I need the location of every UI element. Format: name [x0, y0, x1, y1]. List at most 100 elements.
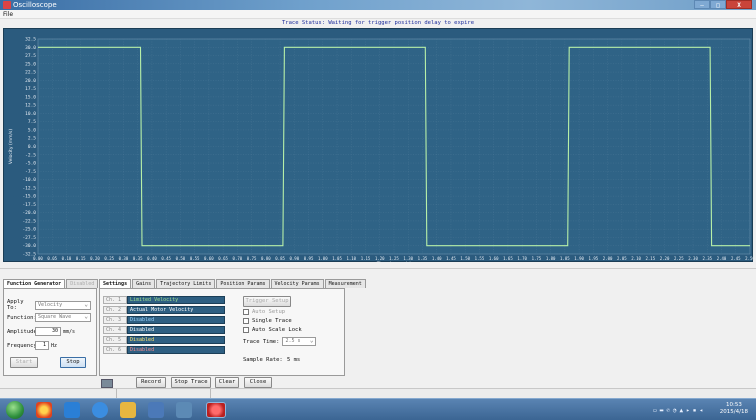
x-tick-label: 1.75 — [532, 256, 542, 261]
ie-icon[interactable] — [92, 402, 108, 418]
channel-select[interactable]: Disabled — [127, 326, 225, 334]
y-tick-label: -10.0 — [22, 177, 36, 183]
y-tick-label: -20.0 — [22, 210, 36, 216]
record-icon[interactable] — [101, 379, 113, 388]
sample-rate-value: 5 ms — [287, 357, 301, 363]
tab-gains[interactable]: Gains — [132, 279, 156, 288]
x-tick-label: 1.55 — [475, 256, 485, 261]
auto-scale-lock-label: Auto Scale Lock — [252, 327, 302, 333]
channel-label: Ch. 5 — [103, 336, 127, 344]
title-bar: Oscilloscope — □ X — [0, 0, 756, 10]
single-trace-checkbox[interactable] — [243, 318, 249, 324]
x-tick-label: 2.10 — [631, 256, 641, 261]
minimize-button[interactable]: — — [694, 0, 710, 9]
scope-display: 0.00 0.05 0.10 0.15 0.20 0.25 0.30 0.35 0.40 0.45… — [3, 28, 754, 263]
y-tick-label: -12.5 — [22, 185, 36, 191]
channel-select[interactable]: Actual Motor Velocity — [127, 306, 225, 314]
settings-panel: Ch. 1 Limited Velocity Ch. 2 Actual Motor V… — [99, 288, 345, 376]
apply-to-label: Apply To: — [7, 299, 24, 311]
x-tick-label: 2.50 — [745, 256, 754, 261]
y-tick-label: -25.0 — [22, 227, 36, 233]
single-trace-label: Single Trace — [252, 318, 292, 324]
stop-button[interactable]: Stop — [60, 357, 86, 368]
x-tick-label: 1.70 — [517, 256, 527, 261]
tab-velocity-params[interactable]: Velocity Params — [270, 279, 324, 288]
y-axis-label: Velocity (mm/s) — [8, 129, 14, 164]
channel-label: Ch. 2 — [103, 306, 127, 314]
x-tick-label: 0.90 — [289, 256, 299, 261]
x-tick-label: 2.05 — [617, 256, 627, 261]
y-tick-label: -32.5 — [22, 252, 36, 258]
y-tick-label: 30.0 — [25, 45, 36, 51]
x-tick-label: 1.30 — [403, 256, 413, 261]
record-button[interactable]: Record — [136, 377, 166, 388]
x-axis-label: Time (seconds) — [376, 261, 412, 263]
y-tick-label: 20.0 — [25, 78, 36, 84]
chrome-icon[interactable] — [36, 402, 52, 418]
tab-trajectory-limits[interactable]: Trajectory Limits — [156, 279, 216, 288]
frequency-input[interactable]: 1 — [35, 341, 49, 350]
y-tick-label: 25.0 — [25, 61, 36, 67]
menu-bar: File — [0, 10, 756, 19]
auto-setup-label: Auto Setup — [252, 309, 286, 315]
menu-file[interactable]: File — [3, 11, 13, 18]
auto-scale-lock-checkbox[interactable] — [243, 327, 249, 333]
y-tick-label: 2.5 — [28, 136, 36, 142]
amplitude-unit: mm/s — [63, 328, 76, 335]
y-tick-label: -2.5 — [25, 152, 36, 158]
amplitude-label: Amplitude: — [7, 328, 41, 335]
channel-row: Ch. 4 Disabled — [103, 326, 225, 334]
stop-trace-button[interactable]: Stop Trace — [171, 377, 211, 388]
channel-select[interactable]: Limited Velocity — [127, 296, 225, 304]
y-tick-label: -17.5 — [22, 202, 36, 208]
folder-icon[interactable] — [120, 402, 136, 418]
y-tick-label: 12.5 — [25, 103, 36, 109]
y-tick-label: 10.0 — [25, 111, 36, 117]
function-select[interactable]: Square Wave — [35, 313, 91, 322]
oscilloscope-task-icon[interactable] — [206, 402, 226, 418]
x-tick-label: 0.45 — [161, 256, 171, 261]
channel-select[interactable]: Disabled — [127, 346, 225, 354]
close-button[interactable]: Close — [244, 377, 272, 388]
channel-row: Ch. 2 Actual Motor Velocity — [103, 306, 225, 314]
trigger-setup-button[interactable]: Trigger Setup — [243, 296, 291, 307]
channel-label: Ch. 4 — [103, 326, 127, 334]
x-tick-label: 0.25 — [104, 256, 114, 261]
maximize-button[interactable]: □ — [710, 0, 726, 9]
channel-select[interactable]: Disabled — [127, 336, 225, 344]
amplitude-input[interactable]: 30 — [35, 327, 61, 336]
tab-position-params[interactable]: Position Params — [216, 279, 270, 288]
x-tick-label: 1.05 — [332, 256, 342, 261]
channel-row: Ch. 3 Disabled — [103, 316, 225, 324]
y-tick-label: 7.5 — [28, 119, 36, 125]
clear-button[interactable]: Clear — [215, 377, 239, 388]
apply-to-select[interactable]: Velocity — [35, 300, 91, 310]
y-tick-label: -30.0 — [22, 243, 36, 249]
y-tick-label: -7.5 — [25, 169, 36, 175]
tab-disabled[interactable]: Disabled — [66, 279, 99, 288]
y-tick-label: -15.0 — [22, 194, 36, 200]
app-icon-blue[interactable] — [64, 402, 80, 418]
auto-setup-checkbox[interactable] — [243, 309, 249, 315]
tab-measurement[interactable]: Measurement — [324, 279, 366, 288]
x-tick-label: 0.50 — [176, 256, 186, 261]
x-tick-label: 1.00 — [318, 256, 328, 261]
x-tick-label: 2.15 — [645, 256, 655, 261]
x-tick-label: 0.10 — [62, 256, 72, 261]
channel-select[interactable]: Disabled — [127, 316, 225, 324]
trace-time-select[interactable]: 2.5 s — [282, 337, 317, 346]
start-button[interactable] — [6, 401, 24, 419]
window-title: Oscilloscope — [13, 1, 57, 9]
x-tick-label: 2.35 — [702, 256, 712, 261]
x-tick-label: 0.75 — [247, 256, 257, 261]
network-icon[interactable] — [148, 402, 164, 418]
channel-row: Ch. 5 Disabled — [103, 336, 225, 344]
image-viewer-icon[interactable] — [176, 402, 192, 418]
x-tick-label: 0.35 — [133, 256, 143, 261]
close-window-button[interactable]: X — [726, 0, 752, 9]
start-button[interactable]: Start — [10, 357, 38, 368]
x-tick-label: 0.85 — [275, 256, 285, 261]
x-tick-label: 1.85 — [560, 256, 570, 261]
app-icon — [3, 1, 11, 9]
x-tick-label: 1.10 — [346, 256, 356, 261]
